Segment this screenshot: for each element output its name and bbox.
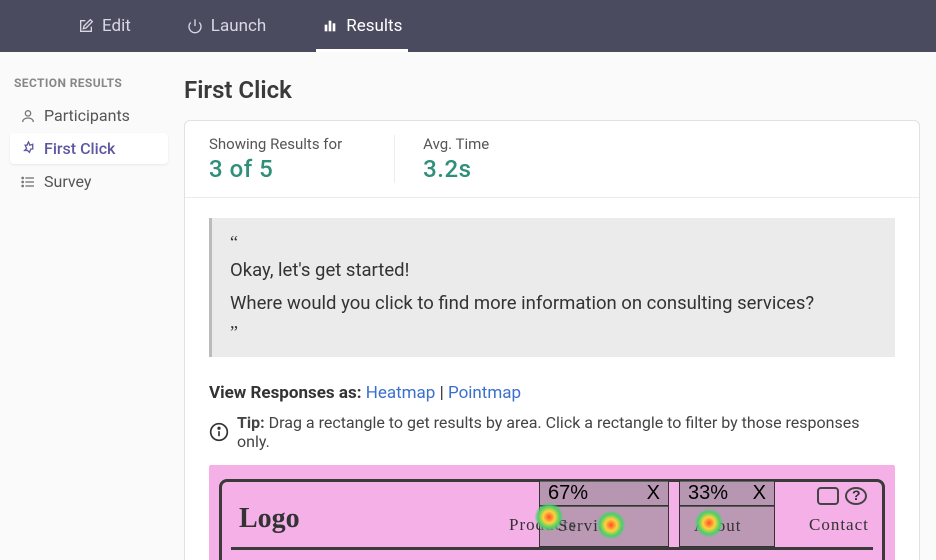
tab-launch[interactable]: Launch <box>159 0 294 52</box>
comment-icon <box>817 487 839 505</box>
sidebar-item-survey[interactable]: Survey <box>10 166 168 197</box>
sidebar-item-label: Participants <box>44 106 130 125</box>
sidebar: SECTION RESULTS Participants First Click… <box>0 52 168 560</box>
help-icon <box>845 487 867 505</box>
user-icon <box>20 108 36 124</box>
tab-label: Edit <box>102 16 131 36</box>
stat-showing: Showing Results for 3 of 5 <box>209 135 395 183</box>
tab-edit[interactable]: Edit <box>50 0 159 52</box>
sidebar-title: SECTION RESULTS <box>10 76 168 90</box>
pin-icon <box>20 141 36 157</box>
heat-spot <box>597 511 625 539</box>
task-prompt: “ Okay, let's get started! Where would y… <box>209 218 895 357</box>
view-option-pointmap[interactable]: Pointmap <box>448 383 521 403</box>
tip-label: Tip: <box>237 413 265 432</box>
tip-text: Drag a rectangle to get results by area.… <box>237 413 860 451</box>
click-region-2[interactable]: 33% X <box>679 480 775 507</box>
stat-value: 3 of 5 <box>209 155 342 183</box>
edit-icon <box>78 18 94 34</box>
close-icon[interactable]: X <box>647 482 660 505</box>
mock-logo: Logo <box>239 503 300 535</box>
view-label: View Responses as: <box>209 383 361 403</box>
content: First Click Showing Results for 3 of 5 A… <box>168 52 936 560</box>
results-panel: Showing Results for 3 of 5 Avg. Time 3.2… <box>184 120 920 560</box>
click-region-1[interactable]: 67% X <box>539 480 669 507</box>
bars-icon <box>322 18 338 34</box>
stat-value: 3.2s <box>423 155 489 183</box>
prompt-line: Where would you click to find more infor… <box>230 288 877 319</box>
view-option-heatmap[interactable]: Heatmap <box>366 383 436 403</box>
quote-close-icon: ” <box>230 322 877 343</box>
heat-spot <box>695 509 723 537</box>
stats-bar: Showing Results for 3 of 5 Avg. Time 3.2… <box>185 121 919 198</box>
stat-label: Avg. Time <box>423 135 489 153</box>
tab-label: Results <box>346 16 402 36</box>
region-percent: 67% <box>548 482 647 505</box>
power-icon <box>187 18 203 34</box>
tip-row: Tip: Drag a rectangle to get results by … <box>185 407 919 465</box>
sidebar-item-label: Survey <box>44 172 91 191</box>
close-icon[interactable]: X <box>753 482 766 505</box>
mock-nav-item: Contact <box>809 515 869 535</box>
stat-label: Showing Results for <box>209 135 342 153</box>
tab-label: Launch <box>211 16 266 36</box>
page-title: First Click <box>184 76 920 104</box>
heat-spot <box>535 503 563 531</box>
heatmap-image[interactable]: Logo Products 25% OFF wwww wwwwww 67% X … <box>209 465 895 560</box>
info-icon <box>209 422 229 442</box>
sidebar-item-first-click[interactable]: First Click <box>10 133 168 164</box>
sidebar-item-label: First Click <box>44 139 115 158</box>
stat-avg-time: Avg. Time 3.2s <box>423 135 541 183</box>
region-percent: 33% <box>688 482 753 505</box>
tab-results[interactable]: Results <box>294 0 430 52</box>
sidebar-item-participants[interactable]: Participants <box>10 100 168 131</box>
list-icon <box>20 174 36 190</box>
prompt-line: Okay, let's get started! <box>230 255 877 286</box>
view-responses-row: View Responses as: Heatmap | Pointmap <box>185 377 919 407</box>
top-nav: Edit Launch Results <box>0 0 936 52</box>
quote-open-icon: “ <box>230 232 877 253</box>
